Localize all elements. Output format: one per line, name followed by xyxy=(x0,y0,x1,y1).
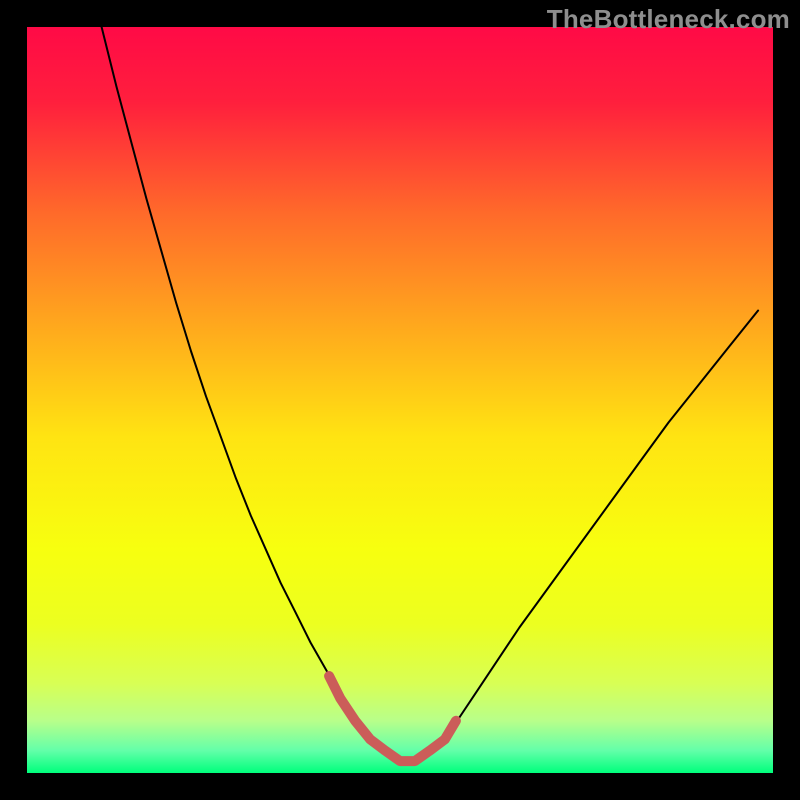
chart-plot xyxy=(27,27,773,773)
watermark-label: TheBottleneck.com xyxy=(547,4,790,35)
chart-frame: TheBottleneck.com xyxy=(0,0,800,800)
gradient-background xyxy=(27,27,773,773)
